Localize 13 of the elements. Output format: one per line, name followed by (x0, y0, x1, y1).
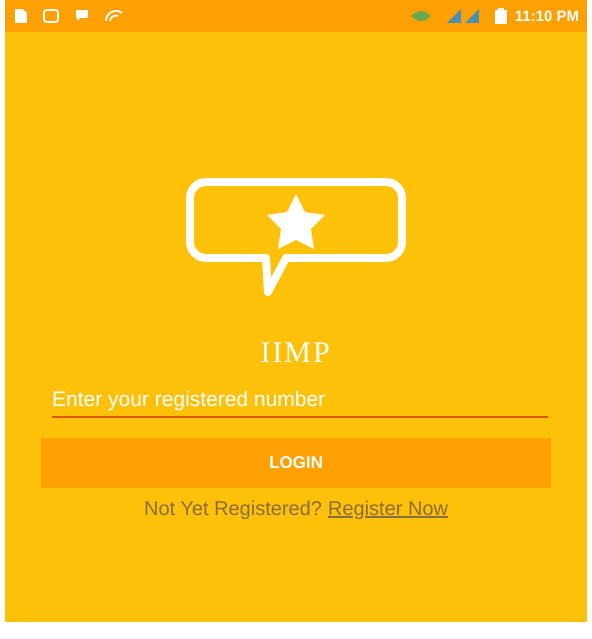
battery-icon (494, 8, 507, 24)
eye-icon (410, 10, 431, 22)
register-link[interactable]: Register Now (328, 498, 448, 521)
chat-star-logo-icon (186, 178, 406, 296)
phone-number-field[interactable]: Enter your registered number (52, 384, 548, 418)
app-title: IIMP (260, 336, 332, 370)
signal-icon (446, 9, 479, 23)
sim-card-icon (15, 9, 27, 23)
login-button[interactable]: LOGIN (41, 438, 551, 488)
status-time: 11:10 PM (514, 8, 579, 24)
cast-icon (105, 9, 123, 23)
register-prompt: Not Yet Registered? (144, 498, 322, 521)
chat-icon (75, 9, 89, 23)
